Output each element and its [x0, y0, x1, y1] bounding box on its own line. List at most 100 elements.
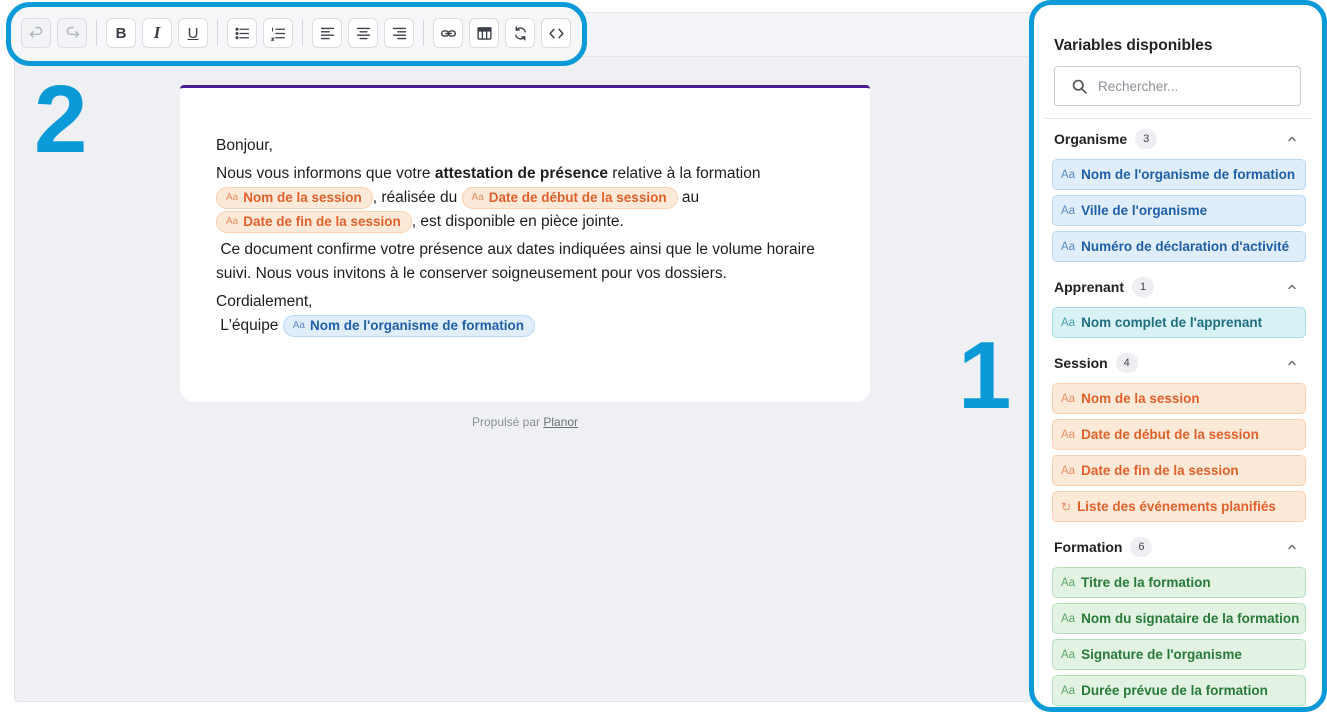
search-icon — [1072, 79, 1087, 94]
align-center-icon — [356, 27, 370, 39]
bold-text: attestation de présence — [434, 165, 608, 182]
chevron-up-icon — [1288, 284, 1296, 290]
variable-item[interactable]: Aa Durée prévue de la formation — [1052, 675, 1306, 706]
variables-panel: Variables disponibles Organisme 3 Aa Nom … — [1044, 15, 1312, 707]
group-count-badge: 4 — [1115, 353, 1138, 373]
bullet-list-button[interactable] — [227, 18, 257, 48]
align-left-icon — [320, 27, 334, 39]
variable-item[interactable]: ↻ Liste des événements planifiés — [1052, 491, 1306, 522]
text-type-icon: Aa — [1061, 428, 1076, 441]
text-segment: au — [677, 189, 700, 207]
chevron-up-icon — [1288, 544, 1296, 550]
loop-icon: ↻ — [1061, 499, 1072, 514]
text-segment: Nous vous informons que votre — [216, 165, 435, 182]
powered-by: Propulsé par Planor — [180, 415, 870, 429]
group-count-badge: 1 — [1132, 277, 1154, 297]
variable-label: Numéro de déclaration d'activité — [1081, 239, 1290, 254]
underline-button[interactable]: U — [178, 18, 208, 48]
group-header-formation[interactable]: Formation 6 — [1052, 527, 1308, 567]
toolbar-separator — [423, 20, 424, 46]
align-center-button[interactable] — [348, 18, 378, 48]
loop-button[interactable] — [505, 18, 535, 48]
text-segment: , réalisée du — [372, 189, 462, 207]
variable-chip-end-date[interactable]: Aa Date de fin de la session — [216, 211, 412, 234]
variable-label: Nom de l'organisme de formation — [1081, 167, 1296, 182]
text-type-icon: Aa — [1061, 576, 1076, 589]
group-count-badge: 6 — [1130, 537, 1153, 557]
text-type-icon: Aa — [1061, 168, 1076, 181]
text-type-icon: Aa — [1061, 240, 1076, 253]
variable-item[interactable]: Aa Date de début de la session — [1052, 419, 1306, 450]
text-segment: , est disponible en pièce jointe. — [411, 213, 624, 231]
toolbar-separator — [217, 20, 218, 46]
group-header-organisme[interactable]: Organisme 3 — [1052, 119, 1308, 159]
redo-icon — [66, 26, 79, 38]
text-type-icon: Aa — [1061, 392, 1076, 405]
numbered-list-button[interactable] — [263, 18, 293, 48]
variable-label: Liste des événements planifiés — [1077, 499, 1276, 514]
undo-button[interactable] — [21, 18, 51, 48]
toolbar-separator — [302, 20, 303, 46]
email-preview-card[interactable]: Bonjour, Nous vous informons que votre a… — [180, 85, 870, 402]
italic-button[interactable]: I — [142, 18, 172, 48]
variable-label: Date de fin de la session — [1081, 463, 1239, 478]
group-header-session[interactable]: Session 4 — [1052, 343, 1308, 383]
chip-label: Date de début de la session — [488, 190, 667, 205]
group-name: Apprenant — [1054, 279, 1124, 295]
email-body[interactable]: Bonjour, Nous vous informons que votre a… — [216, 134, 836, 338]
variable-item[interactable]: Aa Nom du signataire de la formation — [1052, 603, 1306, 634]
text-type-icon: Aa — [1061, 316, 1076, 329]
redo-button[interactable] — [57, 18, 87, 48]
variable-chip-start-date[interactable]: Aa Date de début de la session — [461, 187, 678, 209]
text-type-icon: Aa — [1061, 204, 1076, 217]
variables-panel-highlight: Variables disponibles Organisme 3 Aa Nom … — [1029, 0, 1327, 712]
variable-label: Nom du signataire de la formation — [1081, 611, 1300, 626]
text-type-icon: Aa — [1061, 464, 1076, 477]
variable-item[interactable]: Aa Signature de l'organisme — [1052, 639, 1306, 670]
variable-item[interactable]: Aa Date de fin de la session — [1052, 455, 1306, 486]
email-closing: Cordialement, — [216, 293, 313, 311]
align-right-button[interactable] — [384, 18, 414, 48]
annotation-number-2: 2 — [34, 66, 88, 173]
formatting-toolbar: B I U — [21, 12, 571, 54]
chip-label: Nom de la session — [243, 190, 362, 205]
text-type-icon: Aa — [1061, 612, 1076, 625]
chip-label: Nom de l'organisme de formation — [309, 318, 524, 334]
variable-label: Signature de l'organisme — [1081, 647, 1242, 662]
numbered-list-icon — [269, 26, 285, 41]
variable-item[interactable]: Aa Ville de l'organisme — [1052, 195, 1306, 226]
text-type-icon: Aa — [1061, 648, 1076, 661]
table-button[interactable] — [469, 18, 499, 48]
text-segment: L'équipe — [216, 317, 283, 335]
variable-item[interactable]: Aa Titre de la formation — [1052, 567, 1306, 598]
group-header-apprenant[interactable]: Apprenant 1 — [1052, 267, 1308, 307]
link-button[interactable] — [433, 18, 463, 48]
variable-chip-session-name[interactable]: Aa Nom de la session — [216, 187, 373, 209]
text-type-icon: Aa — [226, 192, 239, 203]
chip-label: Date de fin de la session — [243, 214, 401, 230]
variable-item[interactable]: Aa Nom complet de l'apprenant — [1052, 307, 1306, 338]
table-icon — [476, 26, 492, 40]
brand-link[interactable]: Planor — [543, 415, 578, 429]
text-segment: relative à la formation — [608, 165, 761, 182]
variable-groups: Organisme 3 Aa Nom de l'organisme de form… — [1052, 119, 1308, 707]
variable-chip-org-name[interactable]: Aa Nom de l'organisme de formation — [282, 315, 535, 338]
email-greeting: Bonjour, — [216, 137, 273, 154]
align-right-icon — [392, 27, 406, 39]
bold-button[interactable]: B — [106, 18, 136, 48]
align-left-button[interactable] — [312, 18, 342, 48]
search-input[interactable] — [1098, 78, 1278, 94]
email-paragraph-1: Nous vous informons que votre attestatio… — [216, 162, 836, 234]
text-type-icon: Aa — [1061, 684, 1076, 697]
panel-title: Variables disponibles — [1054, 37, 1213, 54]
toolbar-separator — [96, 20, 97, 46]
chevron-up-icon — [1288, 360, 1296, 366]
variable-label: Durée prévue de la formation — [1081, 683, 1268, 698]
variable-item[interactable]: Aa Numéro de déclaration d'activité — [1052, 231, 1306, 262]
search-box[interactable] — [1054, 66, 1301, 106]
variable-item[interactable]: Aa Nom de la session — [1052, 383, 1306, 414]
powered-by-text: Propulsé par — [471, 415, 544, 429]
code-icon — [548, 28, 564, 38]
variable-item[interactable]: Aa Nom de l'organisme de formation — [1052, 159, 1306, 190]
code-button[interactable] — [541, 18, 571, 48]
